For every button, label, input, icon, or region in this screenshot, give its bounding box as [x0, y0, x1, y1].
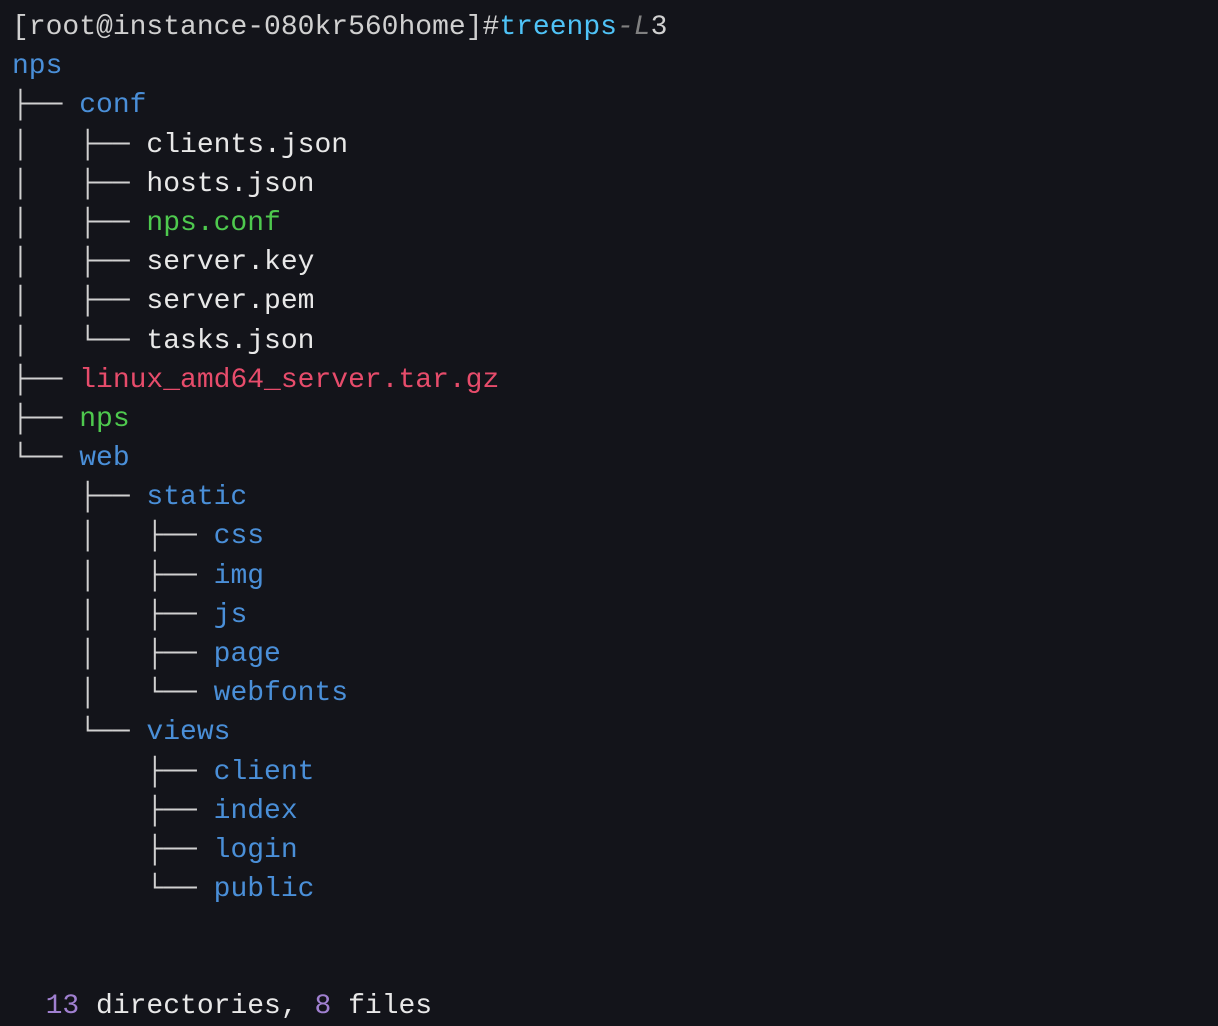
- summary-files-count: 8: [314, 991, 331, 1022]
- tree-branch: └──: [12, 874, 214, 905]
- tree-row: │ ├── css: [12, 517, 1206, 556]
- tree-branch: ├──: [12, 796, 214, 827]
- tree-node-name: nps: [12, 51, 62, 82]
- command-flag: -L: [617, 8, 651, 47]
- tree-row: ├── conf: [12, 86, 1206, 125]
- tree-branch: │ ├──: [12, 561, 214, 592]
- tree-node-name: client: [214, 757, 315, 788]
- tree-row: └── public: [12, 870, 1206, 909]
- tree-row: │ ├── server.key: [12, 243, 1206, 282]
- tree-branch: │ ├──: [12, 639, 214, 670]
- tree-branch: │ ├──: [12, 247, 146, 278]
- shell-prompt-line[interactable]: [root@instance-080kr560 home]# tree nps …: [12, 8, 1206, 47]
- tree-node-name: hosts.json: [146, 169, 314, 200]
- tree-row: │ ├── page: [12, 635, 1206, 674]
- summary-line: 13 directories, 8 files: [12, 947, 1206, 1025]
- tree-row: │ ├── server.pem: [12, 282, 1206, 321]
- prompt-hash: #: [483, 8, 500, 47]
- summary-dirs-count: 13: [46, 991, 80, 1022]
- summary-dirs-label: directories,: [79, 991, 314, 1022]
- command-name: tree: [499, 8, 566, 47]
- tree-branch: │ └──: [12, 326, 146, 357]
- tree-row: │ ├── clients.json: [12, 126, 1206, 165]
- tree-branch: ├──: [12, 404, 79, 435]
- tree-branch: ├──: [12, 365, 79, 396]
- tree-branch: └──: [12, 717, 146, 748]
- tree-branch: ├──: [12, 757, 214, 788]
- tree-node-name: css: [214, 521, 264, 552]
- tree-branch: │ ├──: [12, 521, 214, 552]
- tree-branch: │ ├──: [12, 286, 146, 317]
- tree-node-name: public: [214, 874, 315, 905]
- tree-node-name: static: [146, 482, 247, 513]
- tree-row: ├── static: [12, 478, 1206, 517]
- tree-node-name: web: [79, 443, 129, 474]
- tree-node-name: views: [146, 717, 230, 748]
- tree-branch: └──: [12, 443, 79, 474]
- tree-row: ├── login: [12, 831, 1206, 870]
- tree-node-name: img: [214, 561, 264, 592]
- tree-node-name: linux_amd64_server.tar.gz: [79, 365, 499, 396]
- tree-branch: ├──: [12, 482, 146, 513]
- tree-row: │ └── tasks.json: [12, 322, 1206, 361]
- tree-row: ├── client: [12, 753, 1206, 792]
- tree-branch: │ ├──: [12, 208, 146, 239]
- tree-row: nps: [12, 47, 1206, 86]
- tree-node-name: server.key: [146, 247, 314, 278]
- tree-row: │ ├── js: [12, 596, 1206, 635]
- tree-branch: │ ├──: [12, 169, 146, 200]
- tree-node-name: page: [214, 639, 281, 670]
- tree-row: ├── nps: [12, 400, 1206, 439]
- prompt-open-bracket: [: [12, 8, 29, 47]
- tree-row: └── web: [12, 439, 1206, 478]
- tree-branch: │ └──: [12, 678, 214, 709]
- tree-node-name: server.pem: [146, 286, 314, 317]
- tree-row: │ └── webfonts: [12, 674, 1206, 713]
- prompt-cwd: home: [398, 8, 465, 47]
- tree-node-name: index: [214, 796, 298, 827]
- tree-output: nps├── conf│ ├── clients.json│ ├── hosts…: [12, 47, 1206, 909]
- tree-row: └── views: [12, 713, 1206, 752]
- tree-branch: │ ├──: [12, 130, 146, 161]
- blank-line: [12, 909, 1206, 947]
- tree-row: ├── linux_amd64_server.tar.gz: [12, 361, 1206, 400]
- summary-files-label: files: [331, 991, 432, 1022]
- tree-node-name: js: [214, 600, 248, 631]
- command-number: 3: [651, 8, 668, 47]
- tree-node-name: clients.json: [146, 130, 348, 161]
- tree-node-name: login: [214, 835, 298, 866]
- tree-node-name: conf: [79, 90, 146, 121]
- tree-row: ├── index: [12, 792, 1206, 831]
- tree-node-name: nps.conf: [146, 208, 280, 239]
- prompt-user-host: root@instance-080kr560: [29, 8, 399, 47]
- tree-node-name: nps: [79, 404, 129, 435]
- tree-row: │ ├── nps.conf: [12, 204, 1206, 243]
- tree-node-name: webfonts: [214, 678, 348, 709]
- command-arg: nps: [567, 8, 617, 47]
- tree-branch: │ ├──: [12, 600, 214, 631]
- tree-branch: ├──: [12, 90, 79, 121]
- tree-branch: ├──: [12, 835, 214, 866]
- tree-row: │ ├── hosts.json: [12, 165, 1206, 204]
- tree-row: │ ├── img: [12, 557, 1206, 596]
- tree-node-name: tasks.json: [146, 326, 314, 357]
- prompt-close-bracket: ]: [466, 8, 483, 47]
